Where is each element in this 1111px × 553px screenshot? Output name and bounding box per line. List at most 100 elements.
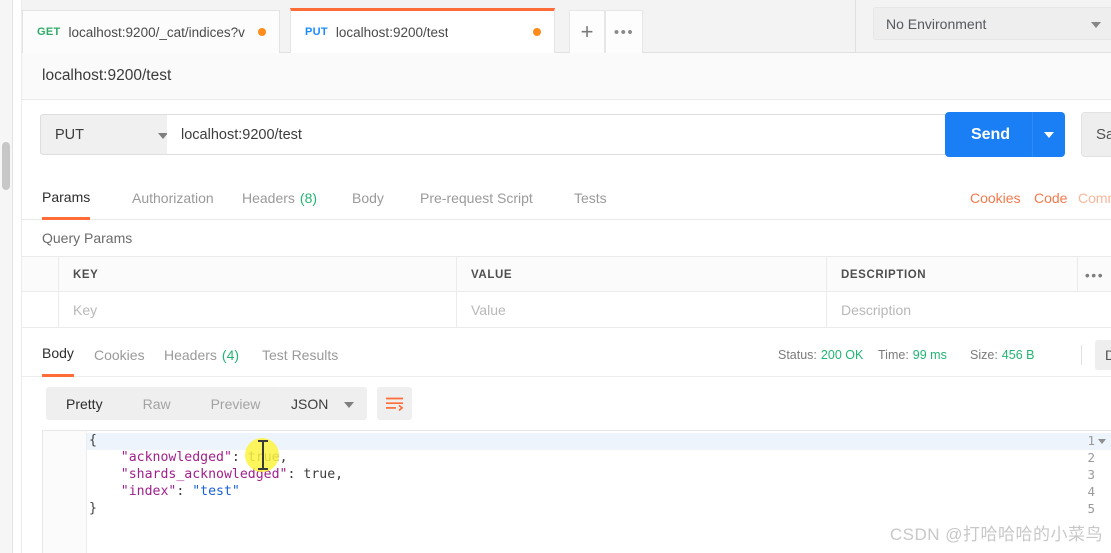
tab-body-label: Body bbox=[352, 190, 384, 206]
line-number: 5 bbox=[1087, 501, 1095, 516]
wrap-lines-icon bbox=[386, 397, 404, 411]
tab-tests-label: Tests bbox=[574, 190, 607, 206]
active-line-highlight bbox=[43, 433, 1111, 450]
code-line: } bbox=[89, 501, 97, 516]
chevron-down-icon bbox=[344, 401, 354, 408]
cookies-link[interactable]: Cookies bbox=[970, 176, 1021, 220]
tab-url-0: localhost:9200/_cat/indices?v bbox=[68, 24, 245, 40]
tab-tests[interactable]: Tests bbox=[574, 176, 607, 220]
download-response-button[interactable]: Download bbox=[1095, 340, 1111, 370]
size-label: Size: bbox=[970, 347, 998, 362]
tab-unsaved-dot-1 bbox=[533, 28, 541, 36]
fold-arrow-icon[interactable] bbox=[1098, 439, 1106, 444]
new-tab-button[interactable]: + bbox=[569, 10, 605, 53]
line-number: 1 bbox=[1087, 433, 1095, 448]
size-value: 456 B bbox=[1001, 347, 1035, 362]
tab-params[interactable]: Params bbox=[42, 176, 91, 220]
response-tab-cookies-label: Cookies bbox=[94, 346, 145, 363]
method-selector[interactable]: PUT bbox=[40, 114, 183, 155]
time-value: 99 ms bbox=[912, 347, 947, 362]
response-tab-body-label: Body bbox=[42, 345, 74, 361]
code-link[interactable]: Code bbox=[1034, 176, 1067, 220]
description-input[interactable]: Description bbox=[826, 292, 1066, 328]
comments-link[interactable]: Comm bbox=[1078, 176, 1111, 220]
tab-authorization-label: Authorization bbox=[132, 190, 214, 206]
code-token: "acknowledged" bbox=[120, 450, 232, 465]
view-mode-raw[interactable]: Raw bbox=[123, 387, 191, 420]
line-number: 4 bbox=[1087, 484, 1095, 499]
size-meta: Size: 456 B bbox=[970, 332, 1034, 377]
url-value: localhost:9200/test bbox=[181, 126, 302, 143]
tab-pre-request-script[interactable]: Pre-request Script bbox=[420, 176, 533, 220]
response-tab-cookies[interactable]: Cookies bbox=[94, 332, 145, 377]
value-input[interactable]: Value bbox=[456, 292, 826, 328]
code-token: : bbox=[287, 467, 304, 482]
environment-selected-label: No Environment bbox=[886, 15, 987, 32]
send-button[interactable]: Send bbox=[945, 112, 1065, 157]
code-line: { bbox=[89, 433, 97, 448]
code-token: } bbox=[89, 501, 97, 516]
code-token: true, bbox=[303, 467, 344, 482]
send-options-button[interactable] bbox=[1033, 131, 1065, 138]
tab-method-1: PUT bbox=[305, 26, 328, 38]
request-tab-bar: GET localhost:9200/_cat/indices?v PUT lo… bbox=[22, 0, 1111, 53]
code-token: : bbox=[176, 484, 193, 499]
meta-divider bbox=[1081, 345, 1082, 365]
table-header-row: KEY VALUE DESCRIPTION ••• bbox=[22, 256, 1111, 293]
chevron-down-icon bbox=[1091, 21, 1101, 28]
tab-method-0: GET bbox=[37, 26, 61, 38]
send-button-label: Send bbox=[970, 125, 1011, 143]
response-tab-headers-badge: (4) bbox=[221, 346, 240, 363]
wrap-lines-button[interactable] bbox=[377, 387, 412, 420]
request-section-tabs: Params Authorization Headers (8) Body Pre… bbox=[22, 176, 1111, 220]
select-all-cell bbox=[22, 257, 58, 293]
text-cursor-icon bbox=[258, 440, 268, 470]
table-row: Key Value Description bbox=[22, 292, 1111, 328]
code-line: "index": "test" bbox=[89, 484, 240, 499]
line-number: 2 bbox=[1087, 450, 1095, 465]
tab-pre-request-script-label: Pre-request Script bbox=[420, 190, 533, 206]
view-mode-pretty[interactable]: Pretty bbox=[46, 387, 123, 420]
status-value: 200 OK bbox=[820, 347, 864, 362]
tab-authorization[interactable]: Authorization bbox=[132, 176, 214, 220]
code-token: "test" bbox=[192, 484, 240, 499]
tab-body[interactable]: Body bbox=[352, 176, 384, 220]
postman-window: GET localhost:9200/_cat/indices?v PUT lo… bbox=[0, 0, 1111, 553]
key-input[interactable]: Key bbox=[58, 292, 456, 328]
query-params-title: Query Params bbox=[42, 230, 133, 246]
table-options-button[interactable]: ••• bbox=[1077, 257, 1111, 293]
tab-options-button[interactable]: ••• bbox=[605, 10, 643, 53]
response-viewer-toolbar: Pretty Raw Preview JSON bbox=[22, 377, 1111, 430]
sidebar-scrollbar[interactable] bbox=[2, 142, 10, 190]
response-tab-headers-label: Headers bbox=[164, 346, 217, 363]
row-checkbox[interactable] bbox=[22, 292, 58, 328]
editor-gutter bbox=[43, 431, 87, 553]
view-mode-preview[interactable]: Preview bbox=[191, 387, 281, 420]
request-tab-0[interactable]: GET localhost:9200/_cat/indices?v bbox=[22, 10, 280, 53]
tab-headers[interactable]: Headers (8) bbox=[242, 176, 317, 220]
response-tab-headers[interactable]: Headers (4) bbox=[164, 332, 239, 377]
tab-headers-badge: (8) bbox=[299, 190, 318, 206]
status-label: Status: bbox=[778, 347, 817, 362]
line-number: 3 bbox=[1087, 467, 1095, 482]
response-format-label: JSON bbox=[291, 395, 329, 412]
column-header-key: KEY bbox=[58, 257, 456, 293]
time-meta: Time: 99 ms bbox=[878, 332, 947, 377]
code-line: "shards_acknowledged": true, bbox=[89, 467, 343, 482]
sidebar-resize-handle[interactable] bbox=[13, 0, 22, 553]
url-input[interactable]: localhost:9200/test bbox=[167, 114, 957, 155]
request-tab-1[interactable]: PUT localhost:9200/test bbox=[290, 8, 555, 53]
view-mode-segmented-control: Pretty Raw Preview bbox=[46, 387, 281, 420]
response-section-tabs: Body Cookies Headers (4) Test Results Sta… bbox=[22, 332, 1111, 377]
response-tab-test-results-label: Test Results bbox=[262, 346, 339, 363]
code-token: "index" bbox=[120, 484, 177, 499]
response-tab-test-results[interactable]: Test Results bbox=[262, 332, 338, 377]
response-tab-body[interactable]: Body bbox=[42, 332, 74, 377]
tab-headers-label: Headers bbox=[242, 190, 295, 206]
response-format-selector[interactable]: JSON bbox=[277, 387, 367, 420]
tabbar-divider bbox=[855, 0, 856, 53]
environment-selector[interactable]: No Environment bbox=[873, 7, 1111, 40]
column-header-description: DESCRIPTION bbox=[826, 257, 1066, 293]
tab-unsaved-dot-0 bbox=[258, 28, 266, 36]
save-button[interactable]: Save bbox=[1081, 112, 1111, 157]
